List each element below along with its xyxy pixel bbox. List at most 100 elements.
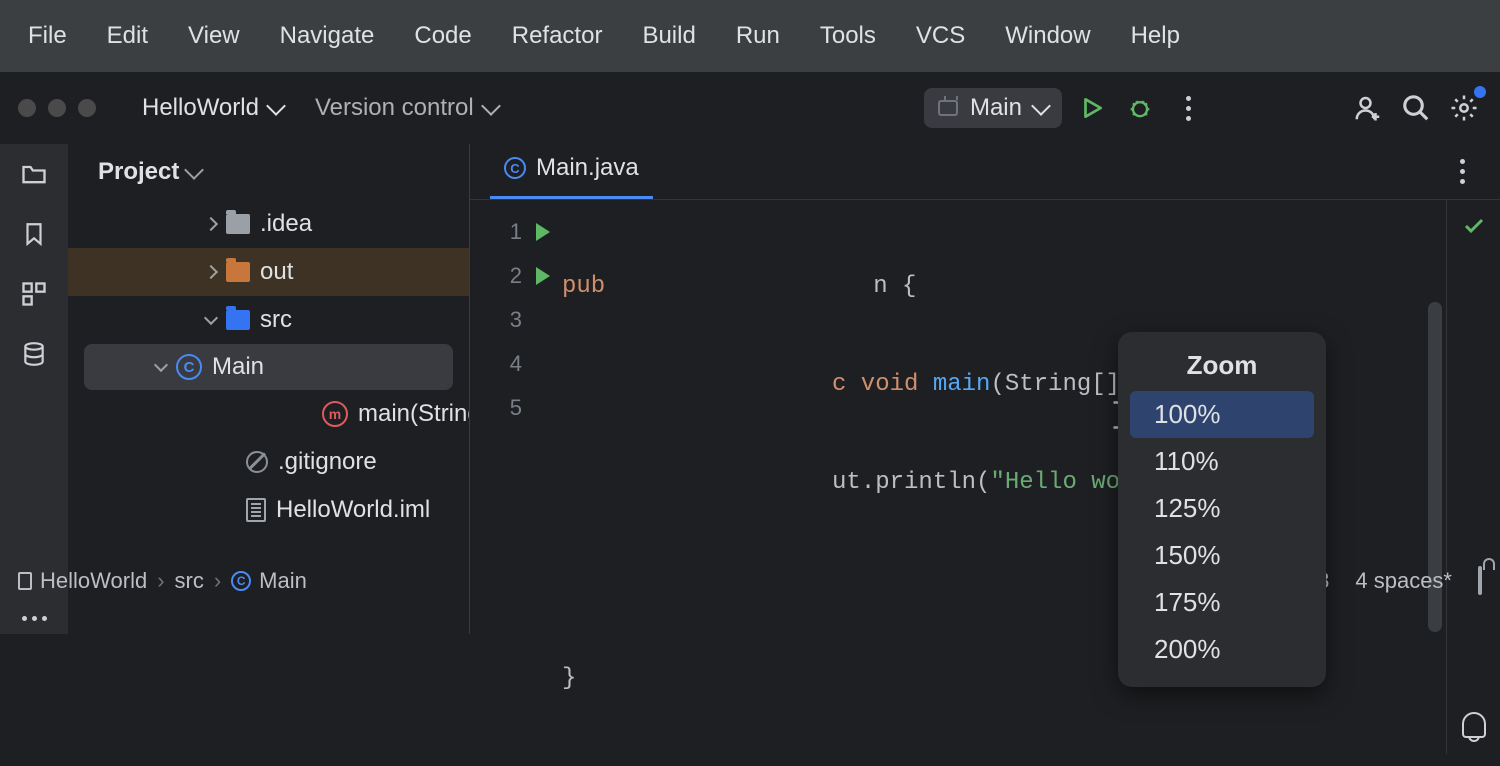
tab-label: Main.java: [536, 154, 639, 182]
editor-right-gutter: [1446, 200, 1500, 754]
main-content: Project .idea out: [0, 144, 1500, 634]
tree-item-main-method[interactable]: m main(String[]):: [68, 390, 469, 438]
project-tool-window: Project .idea out: [68, 144, 470, 634]
code-with-me-button[interactable]: [1350, 90, 1386, 126]
tab-more-button[interactable]: [1444, 154, 1480, 190]
version-control-label: Version control: [315, 94, 474, 122]
tree-label: out: [260, 258, 293, 286]
tree-label: .gitignore: [278, 448, 377, 476]
menu-code[interactable]: Code: [394, 16, 491, 56]
more-actions-button[interactable]: [1170, 90, 1206, 126]
class-icon: C: [231, 571, 251, 591]
zoom-option-200[interactable]: 200%: [1130, 626, 1314, 673]
tree-item-out[interactable]: out: [68, 248, 469, 296]
chevron-down-icon: [266, 96, 286, 116]
menu-refactor[interactable]: Refactor: [492, 16, 623, 56]
run-config-label: Main: [970, 94, 1022, 122]
notifications-button[interactable]: [1462, 712, 1486, 738]
chevron-down-icon: [481, 96, 501, 116]
top-menubar: File Edit View Navigate Code Refactor Bu…: [0, 0, 1500, 72]
settings-button[interactable]: [1446, 90, 1482, 126]
bug-icon: [1126, 94, 1154, 122]
file-icon: [246, 498, 266, 522]
line-number: 1: [510, 219, 522, 245]
database-tool-button[interactable]: [18, 338, 50, 370]
editor-area: C Main.java 1 2 3 4 5 pubn { c void main…: [470, 144, 1500, 634]
menu-file[interactable]: File: [8, 16, 87, 56]
class-icon: C: [504, 157, 526, 179]
tree-item-iml[interactable]: HelloWorld.iml: [68, 486, 469, 534]
folder-icon: [226, 310, 250, 330]
project-tool-button[interactable]: [18, 158, 50, 190]
menu-run[interactable]: Run: [716, 16, 800, 56]
chevron-right-icon: [204, 217, 218, 231]
editor-body[interactable]: 1 2 3 4 5 pubn { c void main(String[] ar…: [470, 200, 1500, 754]
breadcrumb-separator-icon: ›: [214, 568, 221, 594]
menu-help[interactable]: Help: [1111, 16, 1200, 56]
breadcrumb-part: src: [175, 568, 204, 594]
zoom-popup: Zoom 100% 110% 125% 150% 175% 200%: [1118, 332, 1326, 687]
more-tools-button[interactable]: [18, 602, 50, 634]
tree-item-src[interactable]: src: [68, 296, 469, 344]
bookmark-icon: [21, 219, 47, 249]
window-zoom-icon[interactable]: [78, 99, 96, 117]
folder-icon: [20, 160, 48, 188]
chevron-down-icon: [1031, 96, 1051, 116]
more-vertical-icon: [1460, 159, 1465, 184]
main-toolbar: HelloWorld Version control Main: [0, 72, 1500, 144]
user-add-icon: [1353, 93, 1383, 123]
play-icon: [1079, 95, 1105, 121]
readonly-toggle[interactable]: [1478, 568, 1482, 594]
chevron-down-icon: [184, 160, 204, 180]
menu-build[interactable]: Build: [622, 16, 715, 56]
bookmarks-tool-button[interactable]: [18, 218, 50, 250]
vcs-widget[interactable]: Version control: [305, 90, 508, 126]
run-configuration-selector[interactable]: Main: [924, 88, 1062, 128]
line-number: 2: [510, 263, 522, 289]
bell-icon: [1462, 712, 1486, 738]
project-switcher[interactable]: HelloWorld: [132, 90, 293, 126]
search-icon: [1401, 93, 1431, 123]
module-icon: [18, 572, 32, 590]
menu-tools[interactable]: Tools: [800, 16, 896, 56]
folder-icon: [226, 262, 250, 282]
menu-window[interactable]: Window: [985, 16, 1110, 56]
structure-icon: [20, 280, 48, 308]
tree-item-main-class[interactable]: C Main: [84, 344, 453, 390]
project-panel-title: Project: [98, 158, 179, 186]
menu-vcs[interactable]: VCS: [896, 16, 985, 56]
search-everywhere-button[interactable]: [1398, 90, 1434, 126]
window-close-icon[interactable]: [18, 99, 36, 117]
tree-item-idea[interactable]: .idea: [68, 200, 469, 248]
indent-setting[interactable]: 4 spaces*: [1355, 568, 1452, 594]
more-vertical-icon: [1186, 96, 1191, 121]
chevron-right-icon: [204, 265, 218, 279]
structure-tool-button[interactable]: [18, 278, 50, 310]
menu-edit[interactable]: Edit: [87, 16, 168, 56]
navigation-breadcrumb[interactable]: HelloWorld › src › CMain: [18, 568, 307, 594]
application-icon: [938, 100, 958, 116]
run-button[interactable]: [1074, 90, 1110, 126]
editor-tab-main[interactable]: C Main.java: [490, 144, 653, 199]
tree-label: Main: [212, 353, 264, 381]
inspection-ok-icon[interactable]: [1462, 214, 1486, 238]
run-gutter-icon[interactable]: [536, 223, 550, 241]
editor-tab-bar: C Main.java: [470, 144, 1500, 200]
menu-navigate[interactable]: Navigate: [260, 16, 395, 56]
debug-button[interactable]: [1122, 90, 1158, 126]
project-panel-header[interactable]: Project: [68, 144, 469, 200]
zoom-option-125[interactable]: 125%: [1130, 485, 1314, 532]
menu-view[interactable]: View: [168, 16, 260, 56]
tree-item-gitignore[interactable]: .gitignore: [68, 438, 469, 486]
project-name-label: HelloWorld: [142, 94, 259, 122]
window-minimize-icon[interactable]: [48, 99, 66, 117]
zoom-option-100[interactable]: 100%: [1130, 391, 1314, 438]
zoom-option-175[interactable]: 175%: [1130, 579, 1314, 626]
zoom-option-150[interactable]: 150%: [1130, 532, 1314, 579]
tool-window-bar-left: [0, 144, 68, 634]
tree-label: src: [260, 306, 292, 334]
window-controls[interactable]: [18, 99, 96, 117]
run-gutter-icon[interactable]: [536, 267, 550, 285]
zoom-option-110[interactable]: 110%: [1130, 438, 1314, 485]
tree-label: .idea: [260, 210, 312, 238]
